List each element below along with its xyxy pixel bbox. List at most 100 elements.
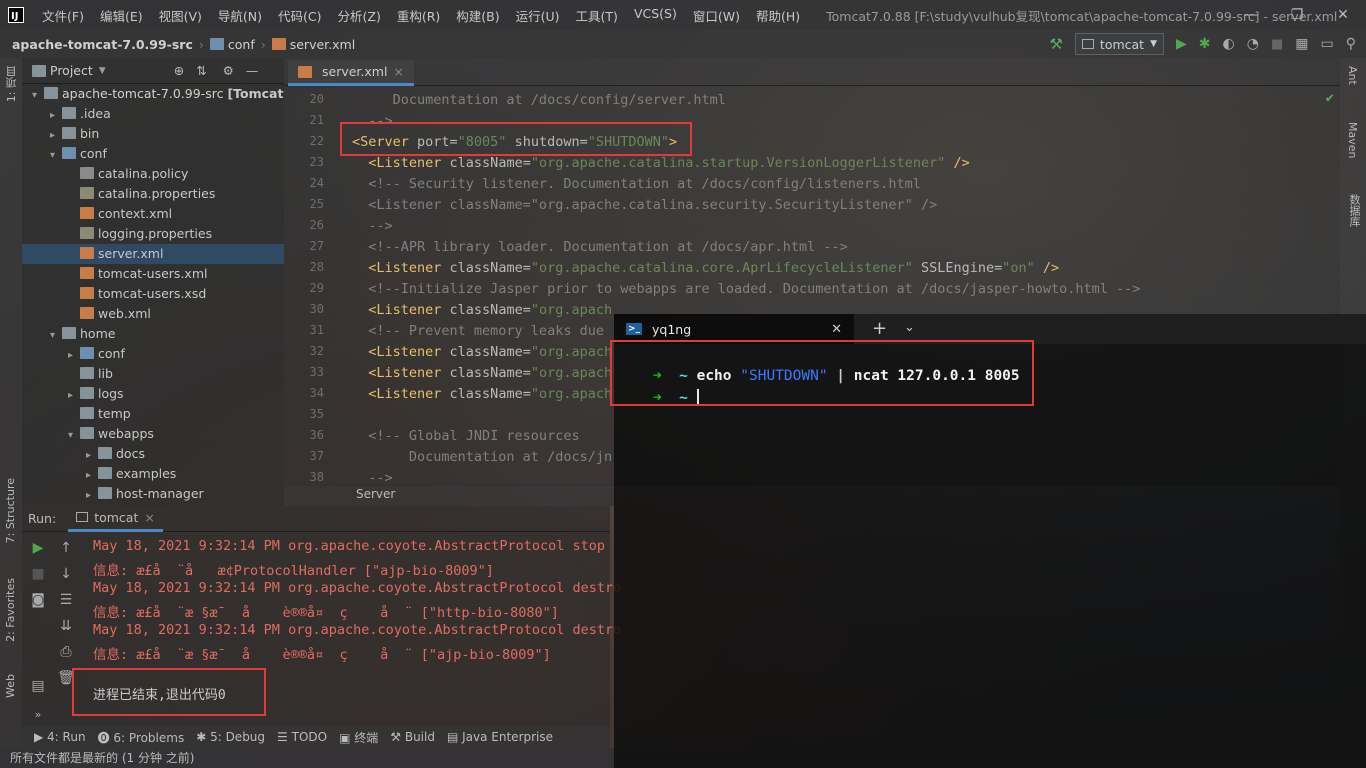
restore-button[interactable]: ❐ (1274, 0, 1320, 30)
inspection-ok-icon[interactable]: ✔ (1326, 90, 1334, 106)
favorites-tool-tab[interactable]: 2: Favorites (4, 578, 17, 642)
close-icon[interactable]: × (393, 64, 403, 79)
tree-item[interactable]: ▾ apache-tomcat-7.0.99-src[Tomcat7.0 (22, 84, 284, 104)
coverage-icon[interactable]: ◐ (1223, 36, 1235, 52)
tree-item[interactable]: ▸ logs (22, 384, 284, 404)
tree-item[interactable]: ▾ home (22, 324, 284, 344)
collapsed-arrow-icon[interactable]: ▸ (50, 106, 62, 124)
structure-tool-tab[interactable]: 7: Structure (4, 478, 17, 543)
menu-item[interactable]: 分析(Z) (330, 6, 389, 25)
tool-tab-build[interactable]: ⚒ Build (390, 730, 435, 744)
locate-icon[interactable]: ⊕ (174, 63, 184, 78)
ant-tool-tab[interactable]: Ant (1346, 66, 1359, 85)
rerun-icon[interactable]: ▶ (28, 540, 48, 556)
minimize-button[interactable]: — (1228, 0, 1274, 30)
hide-panel-icon[interactable]: — (246, 63, 259, 78)
tool-tab-java-enterprise[interactable]: ▤ Java Enterprise (447, 730, 553, 744)
tree-item[interactable]: temp (22, 404, 284, 424)
web-tool-tab[interactable]: Web (4, 674, 17, 698)
more-icon[interactable]: » (28, 708, 48, 721)
expanded-arrow-icon[interactable]: ▾ (50, 146, 62, 164)
menu-item[interactable]: VCS(S) (626, 6, 685, 25)
collapsed-arrow-icon[interactable]: ▸ (68, 386, 80, 404)
menu-item[interactable]: 运行(U) (508, 6, 568, 25)
run-icon[interactable]: ▶ (1176, 36, 1187, 52)
tree-item[interactable]: lib (22, 364, 284, 384)
tree-item[interactable]: context.xml (22, 204, 284, 224)
menu-item[interactable]: 构建(B) (448, 6, 507, 25)
collapsed-arrow-icon[interactable]: ▸ (68, 346, 80, 364)
menu-item[interactable]: 帮助(H) (748, 6, 808, 25)
menu-item[interactable]: 窗口(W) (685, 6, 748, 25)
collapsed-arrow-icon[interactable]: ▸ (86, 446, 98, 464)
collapsed-arrow-icon[interactable]: ▸ (86, 486, 98, 504)
expanded-arrow-icon[interactable]: ▾ (68, 426, 80, 444)
menu-item[interactable]: 视图(V) (151, 6, 210, 25)
debug-icon[interactable]: ✱ (1199, 36, 1211, 52)
tree-item[interactable]: ▸ docs (22, 444, 284, 464)
collapsed-arrow-icon[interactable]: ▸ (50, 126, 62, 144)
tree-item[interactable]: tomcat-users.xml (22, 264, 284, 284)
tree-item[interactable]: web.xml (22, 304, 284, 324)
breadcrumb-file[interactable]: server.xml (271, 37, 355, 52)
database-tool-tab[interactable]: 数据库 (1346, 194, 1362, 227)
chevron-down-icon[interactable]: ⌄ (904, 320, 915, 335)
tree-item[interactable]: catalina.policy (22, 164, 284, 184)
layout-icon[interactable]: ▤ (28, 678, 48, 694)
tool-tab-debug[interactable]: ✱ 5: Debug (196, 730, 265, 744)
breadcrumb-folder[interactable]: conf (209, 37, 255, 52)
collapse-all-icon[interactable]: ⇅ (196, 63, 206, 78)
tree-item[interactable]: ▾ webapps (22, 424, 284, 444)
tool-tab-problems[interactable]: ⓿ 6: Problems (98, 729, 185, 746)
tool-tab-run[interactable]: ▶ 4: Run (34, 730, 86, 744)
maven-tool-tab[interactable]: Maven (1346, 122, 1359, 158)
search-icon[interactable]: ⚲ (1346, 36, 1356, 52)
menu-item[interactable]: 工具(T) (568, 6, 626, 25)
new-tab-button[interactable]: + (872, 318, 887, 339)
close-icon[interactable]: × (144, 510, 154, 525)
scroll-up-icon[interactable]: ↑ (56, 540, 76, 556)
run-configuration-select[interactable]: tomcat ▼ (1074, 33, 1165, 55)
project-structure-icon[interactable]: ▦ (1295, 36, 1308, 52)
editor-tab-server-xml[interactable]: server.xml × (288, 60, 414, 86)
collapsed-arrow-icon[interactable]: ▸ (86, 466, 98, 484)
menu-item[interactable]: 编辑(E) (92, 6, 151, 25)
project-panel-title[interactable]: Project (50, 63, 93, 78)
tree-item[interactable]: ▸ conf (22, 344, 284, 364)
print-icon[interactable]: ⎙ (56, 644, 76, 660)
tree-item[interactable]: catalina.properties (22, 184, 284, 204)
breadcrumb-project[interactable]: apache-tomcat-7.0.99-src (12, 37, 193, 52)
scroll-down-icon[interactable]: ↓ (56, 566, 76, 582)
gear-icon[interactable]: ⚙ (223, 63, 234, 78)
tree-item[interactable]: ▸ examples (22, 464, 284, 484)
stop-icon[interactable]: ■ (28, 566, 48, 582)
tree-item[interactable]: tomcat-users.xsd (22, 284, 284, 304)
tree-item[interactable]: ▾ conf (22, 144, 284, 164)
tree-item[interactable]: logging.properties (22, 224, 284, 244)
tree-item[interactable]: ▸ bin (22, 124, 284, 144)
tree-item[interactable]: ▸ host-manager (22, 484, 284, 504)
tool-tab-todo[interactable]: ☰ TODO (277, 730, 327, 744)
tool-tab-terminal[interactable]: ▣ 终端 (339, 729, 378, 746)
soft-wrap-icon[interactable]: ☰ (56, 592, 76, 608)
build-hammer-icon[interactable]: ⚒ (1049, 35, 1062, 53)
project-tool-tab[interactable]: 1: 项目 (4, 66, 20, 102)
menu-item[interactable]: 文件(F) (34, 6, 92, 25)
run-tab-tomcat[interactable]: tomcat × (68, 506, 163, 532)
tree-item[interactable]: ▸ .idea (22, 104, 284, 124)
scroll-to-end-icon[interactable]: ⇊ (56, 618, 76, 634)
expanded-arrow-icon[interactable]: ▾ (50, 326, 62, 344)
editor-breadcrumb[interactable]: Server (284, 484, 614, 506)
stop-icon[interactable]: ■ (1271, 37, 1283, 52)
menu-item[interactable]: 重构(R) (389, 6, 448, 25)
tree-item[interactable]: server.xml (22, 244, 284, 264)
menu-item[interactable]: 导航(N) (210, 6, 270, 25)
camera-icon[interactable]: ◙ (28, 592, 48, 608)
close-window-button[interactable]: ✕ (1320, 0, 1366, 30)
expanded-arrow-icon[interactable]: ▾ (32, 86, 44, 104)
profile-icon[interactable]: ◔ (1247, 36, 1259, 52)
menu-item[interactable]: 代码(C) (270, 6, 329, 25)
close-icon[interactable]: ✕ (831, 322, 842, 337)
chevron-down-icon[interactable]: ▼ (99, 66, 106, 76)
layout-icon[interactable]: ▭ (1321, 36, 1334, 52)
